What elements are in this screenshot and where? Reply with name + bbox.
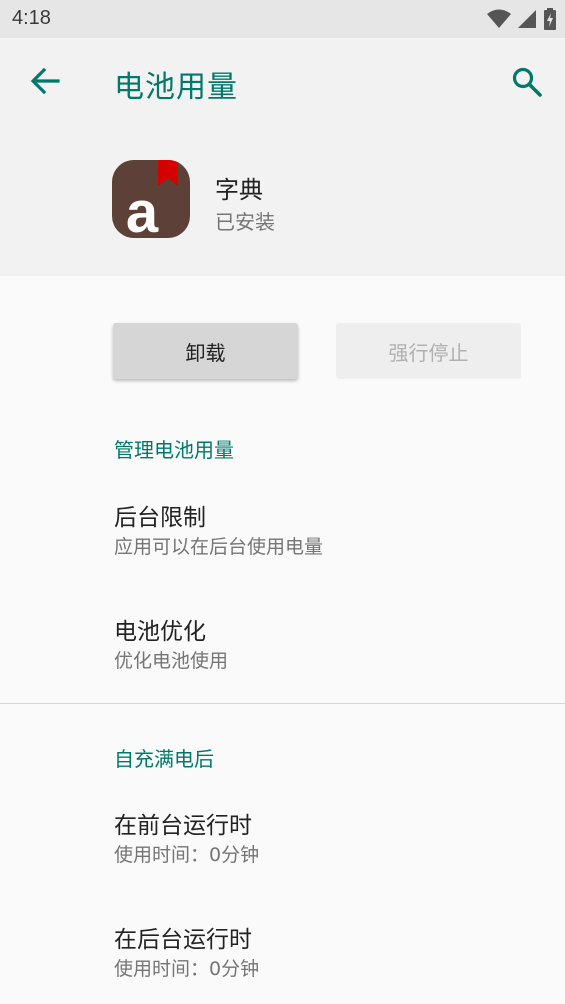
cell-signal-icon bbox=[518, 10, 536, 28]
search-icon[interactable] bbox=[511, 66, 543, 98]
app-icon-letter: a bbox=[126, 180, 159, 238]
status-time: 4:18 bbox=[12, 7, 51, 29]
status-bar: 4:18 bbox=[0, 0, 565, 38]
force-stop-button[interactable]: 强行停止 bbox=[336, 323, 521, 379]
foreground-usage-item: 在前台运行时 使用时间：0分钟 bbox=[114, 811, 259, 869]
uninstall-button[interactable]: 卸载 bbox=[113, 323, 298, 379]
item-title: 电池优化 bbox=[114, 619, 206, 645]
item-subtitle: 使用时间：0分钟 bbox=[114, 844, 260, 866]
background-restriction-item[interactable]: 后台限制 应用可以在后台使用电量 bbox=[114, 503, 323, 561]
item-subtitle: 使用时间：0分钟 bbox=[114, 958, 260, 980]
divider bbox=[0, 703, 565, 704]
item-title: 在后台运行时 bbox=[114, 927, 252, 953]
app-install-status: 已安装 bbox=[215, 210, 275, 234]
page-title: 电池用量 bbox=[114, 70, 238, 105]
wifi-icon bbox=[487, 9, 511, 28]
status-icons bbox=[487, 8, 557, 30]
app-icon: a bbox=[112, 160, 190, 238]
battery-optimization-item[interactable]: 电池优化 优化电池使用 bbox=[114, 617, 228, 675]
app-name: 字典 bbox=[215, 176, 263, 204]
item-subtitle: 优化电池使用 bbox=[114, 650, 229, 672]
app-header: a 字典 已安装 bbox=[0, 126, 565, 276]
background-usage-item: 在后台运行时 使用时间：0分钟 bbox=[114, 925, 259, 983]
item-title: 在前台运行时 bbox=[114, 813, 252, 839]
item-subtitle: 应用可以在后台使用电量 bbox=[114, 536, 324, 558]
back-arrow-icon[interactable] bbox=[28, 64, 62, 98]
manage-battery-heading: 管理电池用量 bbox=[114, 438, 234, 462]
since-full-charge-heading: 自充满电后 bbox=[114, 747, 214, 771]
dictionary-app-icon: a bbox=[126, 160, 178, 238]
app-bar: 电池用量 bbox=[0, 38, 565, 126]
item-title: 后台限制 bbox=[114, 505, 206, 531]
battery-icon bbox=[544, 8, 556, 30]
